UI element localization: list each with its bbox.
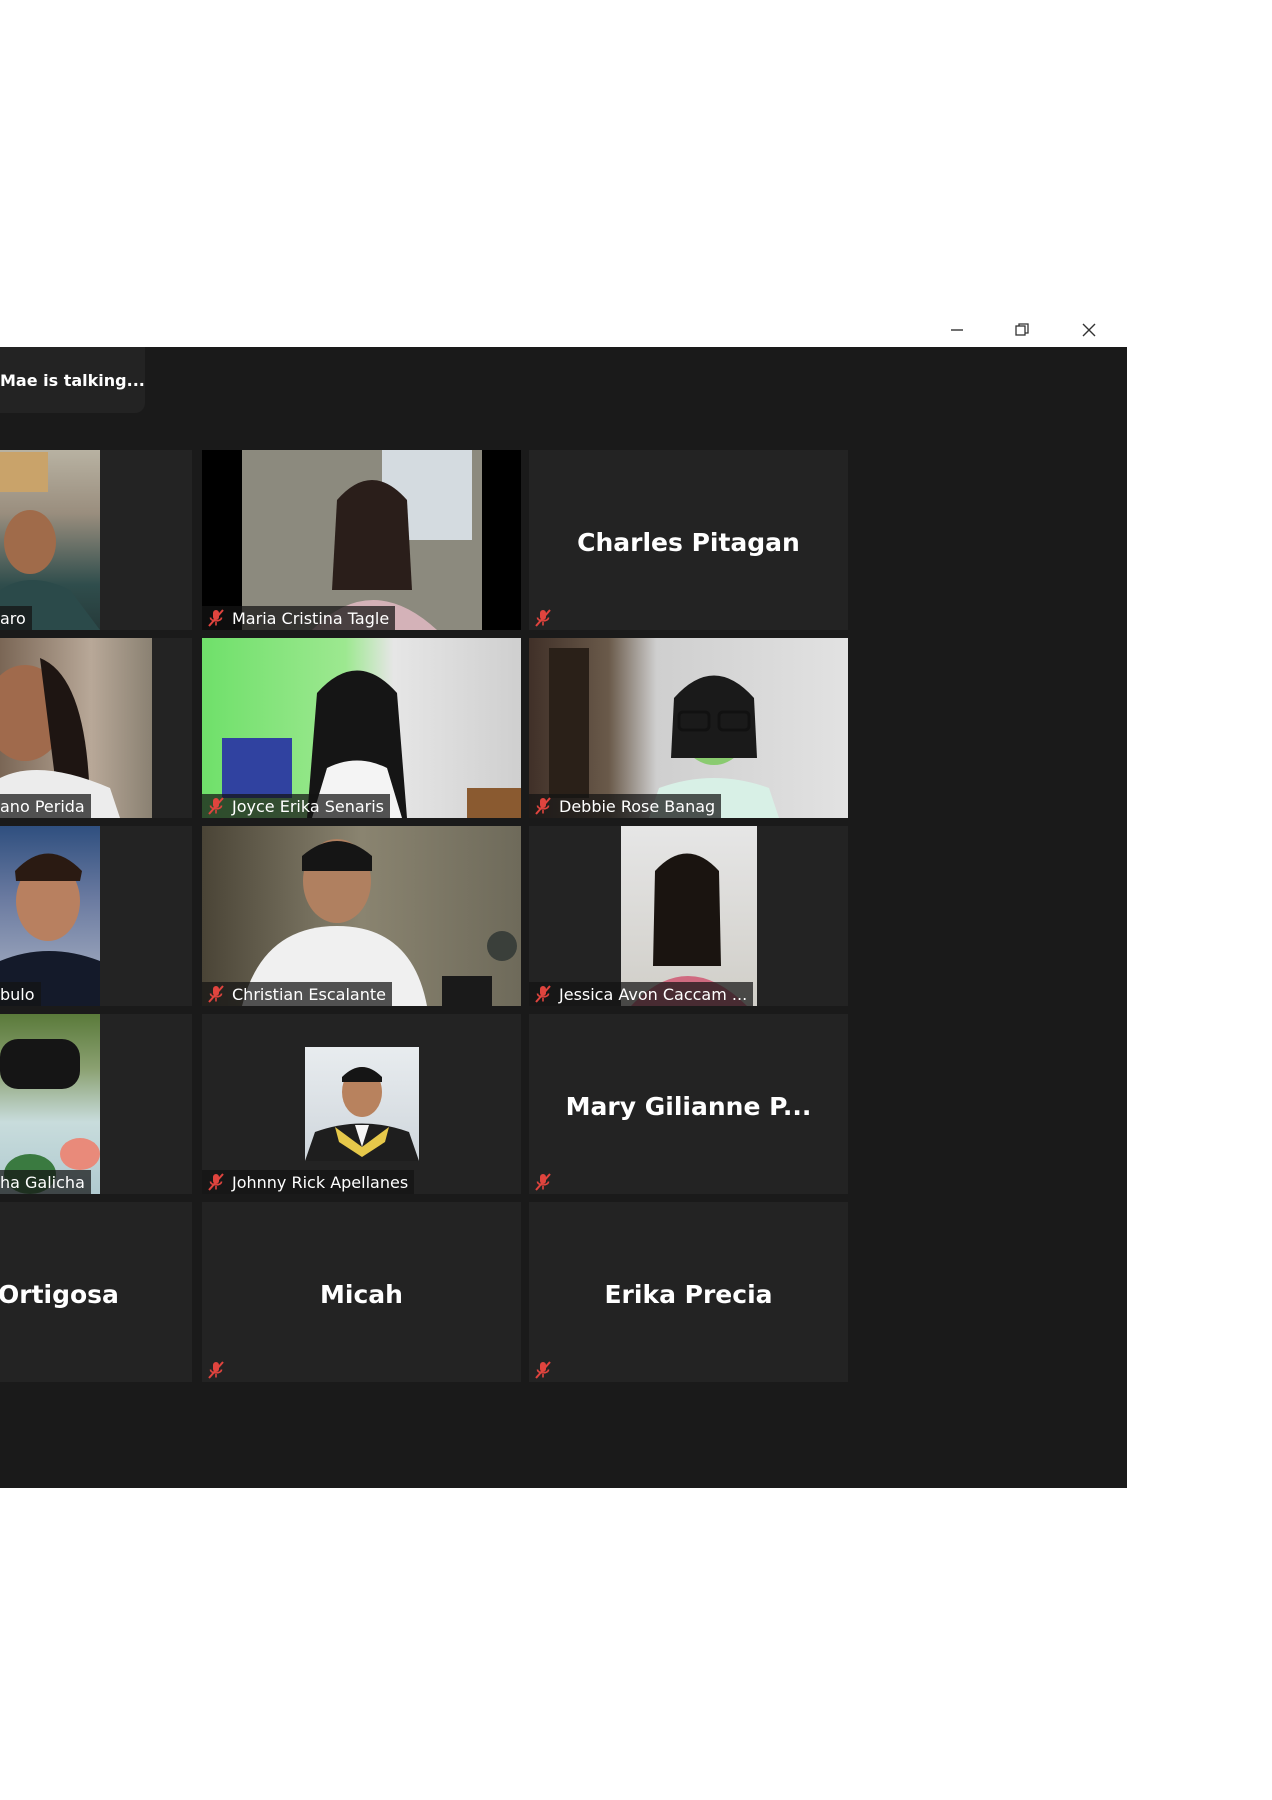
participant-display-name: Erika Precia [604, 1280, 773, 1309]
participant-tile[interactable]: Jessica Avon Caccam ... [529, 826, 848, 1006]
participant-name-label: ano Perida [0, 794, 91, 818]
participant-display-name: Micah [320, 1280, 403, 1309]
muted-mic-icon [206, 796, 226, 816]
muted-mic-icon [206, 1360, 226, 1380]
participant-tile[interactable]: Mary Gilianne P... [529, 1014, 848, 1194]
participant-name-label: Debbie Rose Banag [529, 794, 722, 818]
participant-display-name: Ortigosa [0, 1280, 119, 1309]
participant-name-label: Jessica Avon Caccam ... [529, 982, 754, 1006]
participant-tile[interactable]: Johnny Rick Apellanes [202, 1014, 521, 1194]
participant-video [0, 826, 100, 1006]
muted-mic-icon [533, 1172, 553, 1192]
participant-display-name: Mary Gilianne P... [565, 1092, 812, 1121]
participant-name-label: bulo [0, 982, 41, 1006]
participant-video [0, 1014, 100, 1194]
participant-name-label: Christian Escalante [202, 982, 392, 1006]
participant-name-label: ha Galicha [0, 1170, 91, 1194]
participant-video [202, 638, 521, 818]
participant-tile[interactable]: Micah [202, 1202, 521, 1382]
muted-mic-icon [533, 608, 553, 628]
participant-display-name: Charles Pitagan [577, 528, 800, 557]
participant-name-label: Joyce Erika Senaris [202, 794, 391, 818]
participant-tile[interactable]: Debbie Rose Banag [529, 638, 848, 818]
muted-mic-icon [533, 984, 553, 1004]
muted-mic-icon [206, 1172, 226, 1192]
participant-tile[interactable]: Christian Escalante [202, 826, 521, 1006]
participant-tile[interactable]: Ortigosa [0, 1202, 192, 1382]
participant-tile[interactable]: bulo [0, 826, 192, 1006]
participant-name-label: Maria Cristina Tagle [202, 606, 396, 630]
meeting-gallery-view: Mae is talking... aro Maria Cristina Tag… [0, 347, 1127, 1488]
participant-tile[interactable]: Charles Pitagan [529, 450, 848, 630]
participant-video [0, 450, 100, 630]
close-icon[interactable] [1069, 312, 1109, 348]
participant-video [621, 826, 757, 1006]
muted-mic-icon [533, 1360, 553, 1380]
restore-icon[interactable] [1002, 312, 1042, 348]
participant-tile[interactable]: Joyce Erika Senaris [202, 638, 521, 818]
participant-name-label: Johnny Rick Apellanes [202, 1170, 415, 1194]
participant-video [202, 450, 521, 630]
participant-tile[interactable]: aro [0, 450, 192, 630]
participant-video [529, 638, 848, 818]
muted-mic-icon [206, 984, 226, 1004]
minimize-icon[interactable] [937, 312, 977, 348]
participant-video [0, 638, 152, 818]
participant-video [305, 1047, 419, 1161]
muted-mic-icon [206, 608, 226, 628]
participant-tile[interactable]: Maria Cristina Tagle [202, 450, 521, 630]
participant-tile[interactable]: ano Perida [0, 638, 192, 818]
active-speaker-banner: Mae is talking... [0, 347, 145, 413]
participant-tile[interactable]: ha Galicha [0, 1014, 192, 1194]
muted-mic-icon [533, 796, 553, 816]
participant-tile[interactable]: Erika Precia [529, 1202, 848, 1382]
participant-name-label: aro [0, 606, 32, 630]
participant-video [202, 826, 521, 1006]
